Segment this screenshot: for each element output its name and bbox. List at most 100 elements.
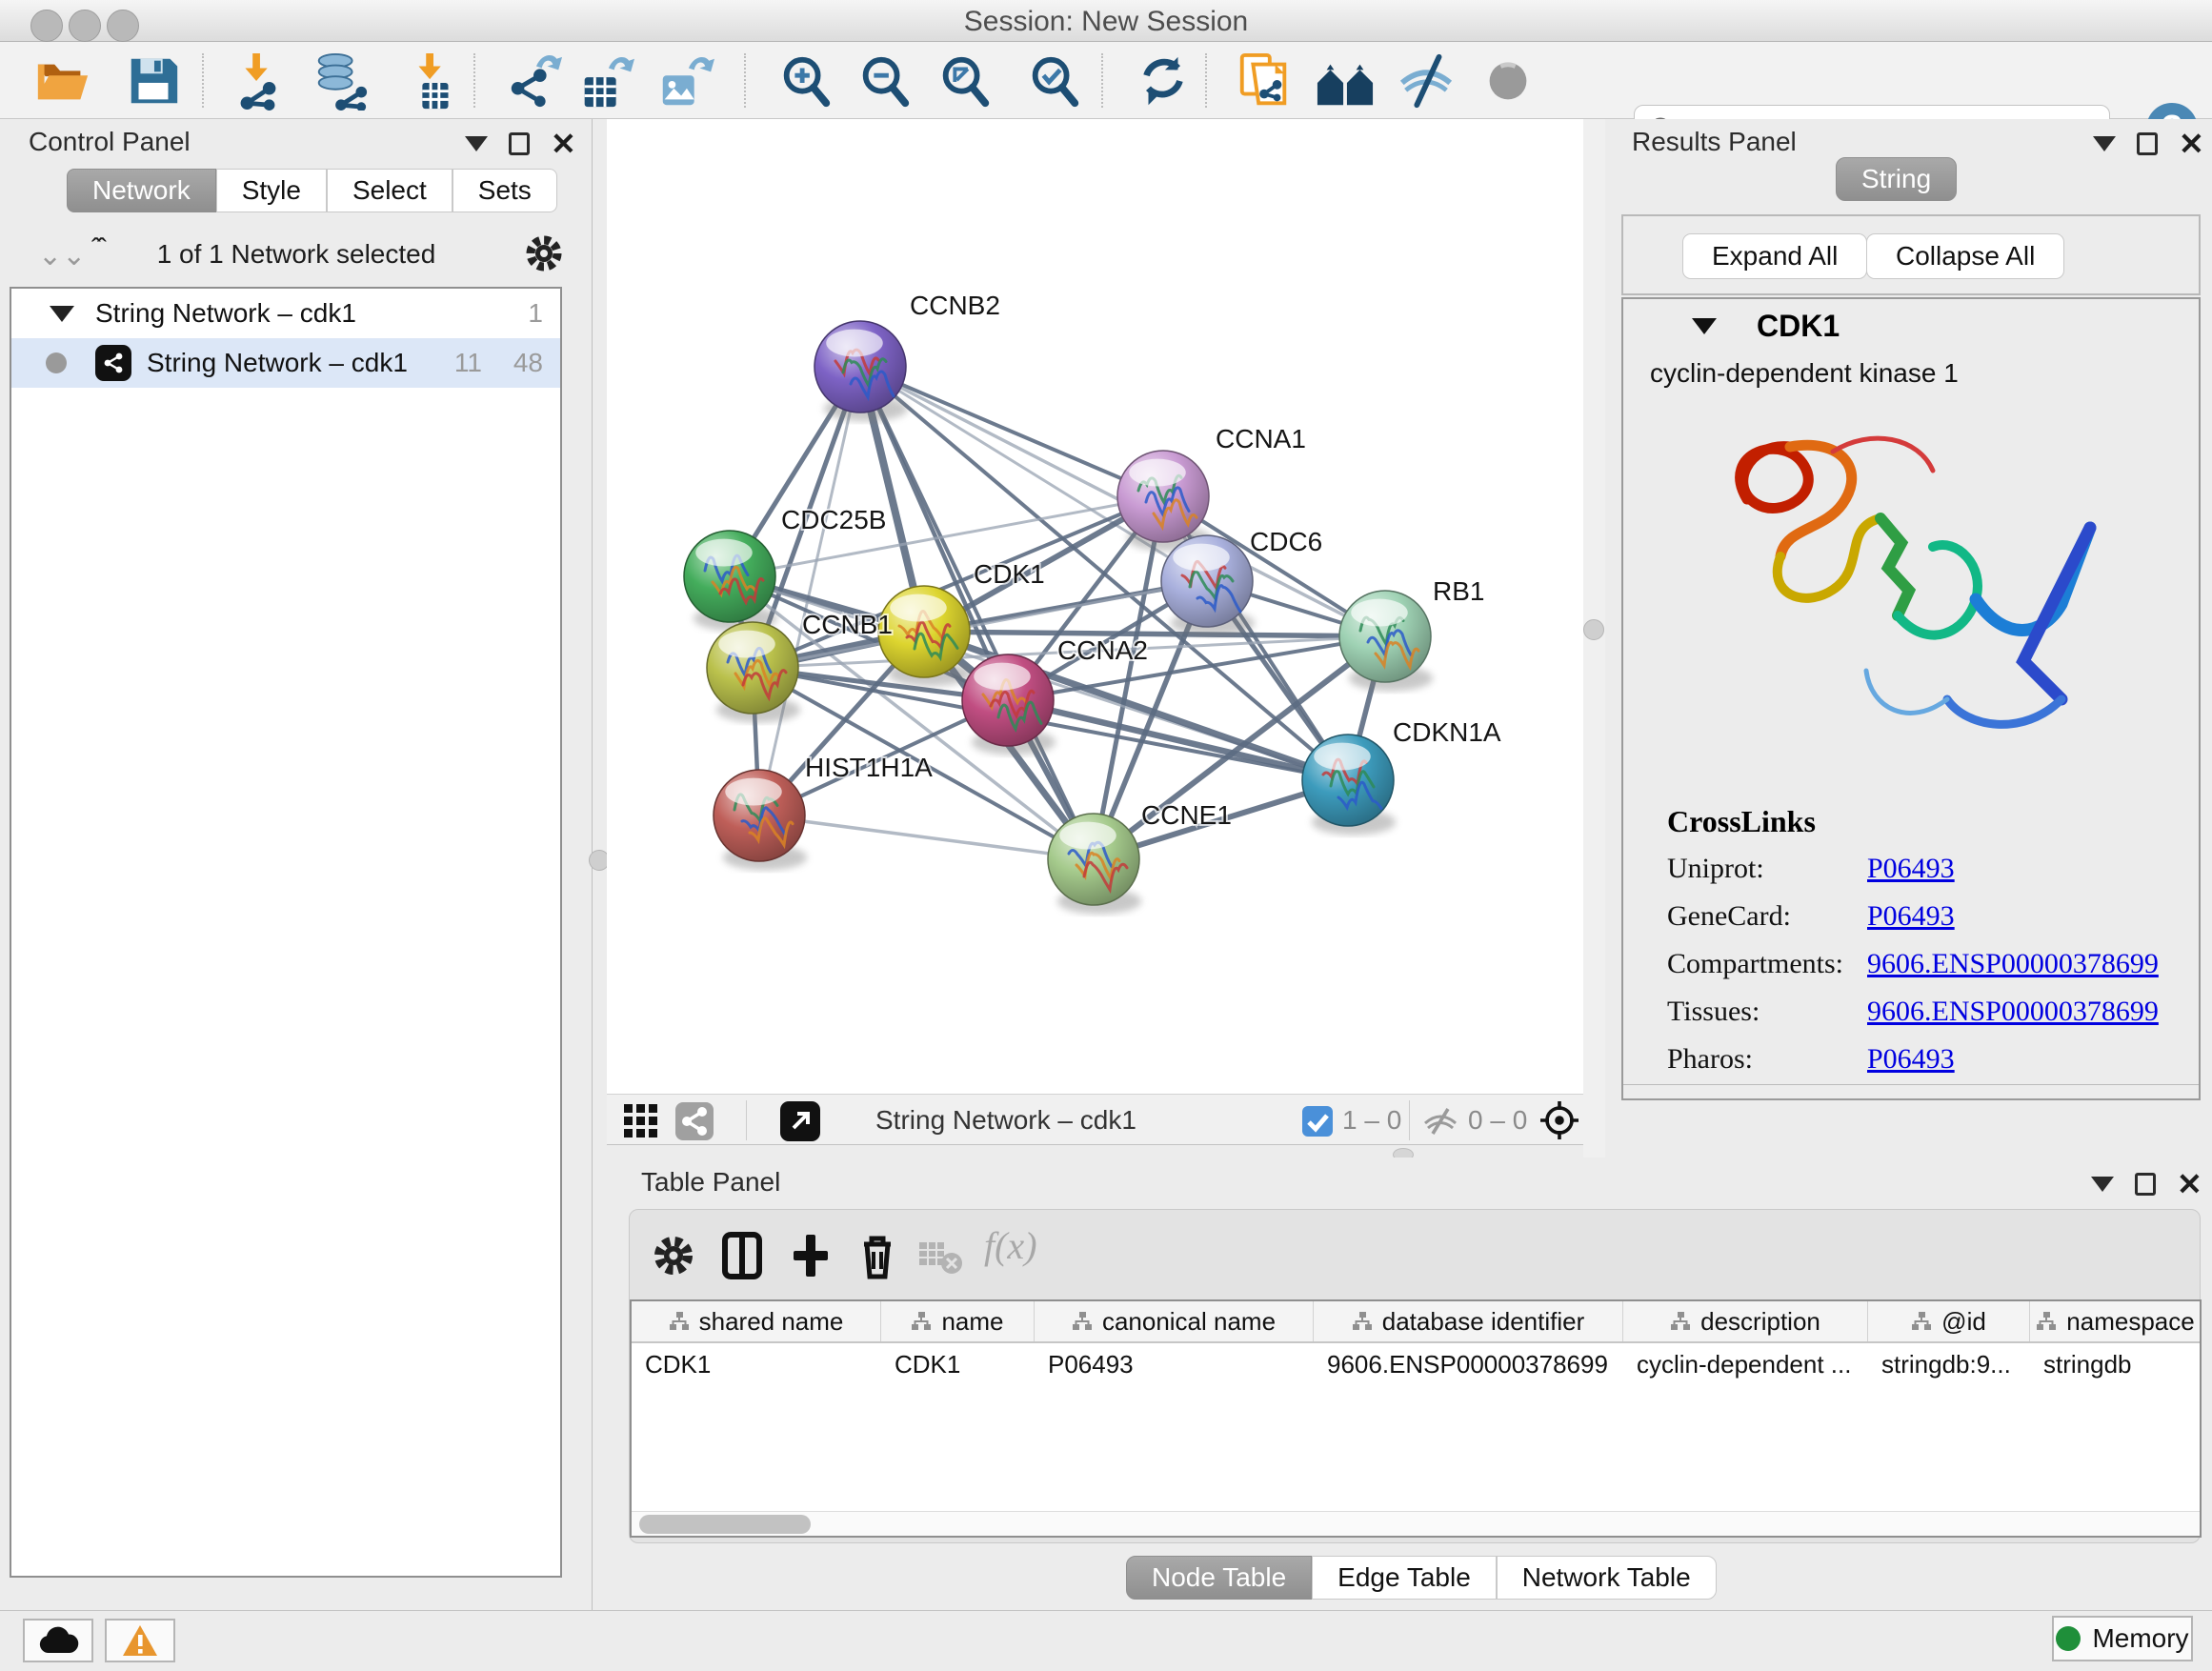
node-label-CCNB1: CCNB1 <box>802 610 893 639</box>
refresh-icon[interactable] <box>1134 51 1193 111</box>
column-header-canonical-name[interactable]: canonical name <box>1035 1301 1314 1341</box>
tab-node-table[interactable]: Node Table <box>1126 1556 1312 1600</box>
tab-edge-table[interactable]: Edge Table <box>1312 1556 1497 1600</box>
gene-caret-icon[interactable] <box>1692 318 1717 334</box>
float-panel-icon[interactable] <box>465 136 488 151</box>
close-panel-icon[interactable]: ✕ <box>551 132 576 155</box>
tab-sets[interactable]: Sets <box>452 169 557 212</box>
network-node-CCNB2[interactable] <box>814 321 908 421</box>
network-node-CDC6[interactable] <box>1161 535 1255 635</box>
main-toolbar: ? <box>0 42 2212 119</box>
crosslink-row: Tissues:9606.ENSP00000378699 <box>1667 996 2159 1028</box>
import-network-database-icon[interactable] <box>307 51 373 111</box>
cloud-status-button[interactable] <box>23 1619 93 1662</box>
select-columns-icon[interactable] <box>717 1231 767 1280</box>
network-node-CCNA2[interactable] <box>962 654 1056 755</box>
tab-network-table[interactable]: Network Table <box>1497 1556 1717 1600</box>
maximize-panel-icon[interactable] <box>509 132 530 155</box>
toolbar-separator <box>746 1100 747 1140</box>
show-all-icon[interactable] <box>1478 51 1538 111</box>
network-node-HIST1H1A[interactable] <box>714 770 807 870</box>
crosslink-link[interactable]: 9606.ENSP00000378699 <box>1867 948 2159 980</box>
network-row[interactable]: String Network – cdk1 11 48 <box>11 338 560 388</box>
crosslink-label: GeneCard: <box>1667 900 1867 933</box>
network-options-gear-icon[interactable] <box>522 232 566 280</box>
close-panel-icon[interactable]: ✕ <box>2177 1173 2202 1196</box>
export-image-icon[interactable] <box>655 51 714 111</box>
network-canvas[interactable]: CCNB2CCNA1CDC25BCDK1CDC6RB1CCNB1CCNA2CDK… <box>607 119 1583 1094</box>
network-node-RB1[interactable] <box>1339 591 1433 691</box>
network-node-CDC25B[interactable] <box>684 531 777 631</box>
divider <box>1623 1084 2199 1085</box>
network-collection-row[interactable]: String Network – cdk1 1 <box>11 289 560 338</box>
column-header-namespace[interactable]: namespace <box>2030 1301 2202 1341</box>
crosslink-link[interactable]: P06493 <box>1867 1043 1955 1076</box>
collection-caret-icon[interactable] <box>50 306 74 322</box>
maximize-panel-icon[interactable] <box>2135 1173 2156 1196</box>
tab-style[interactable]: Style <box>216 169 327 212</box>
open-session-icon[interactable] <box>32 51 91 111</box>
column-header-@id[interactable]: @id <box>1868 1301 2030 1341</box>
export-network-icon[interactable] <box>505 51 564 111</box>
selected-checkbox-icon[interactable] <box>1302 1106 1333 1137</box>
toolbar-separator <box>1205 53 1207 108</box>
tab-select[interactable]: Select <box>327 169 452 212</box>
delete-table-icon <box>915 1231 965 1280</box>
crosslink-link[interactable]: P06493 <box>1867 853 1955 885</box>
tab-network[interactable]: Network <box>67 169 216 212</box>
zoom-fit-icon[interactable] <box>935 51 995 111</box>
zoom-selected-icon[interactable] <box>1025 51 1084 111</box>
table-horizontal-scrollbar[interactable] <box>632 1511 2200 1536</box>
memory-button[interactable]: Memory <box>2052 1616 2193 1661</box>
tab-string[interactable]: String <box>1836 157 1957 201</box>
crosslink-link[interactable]: P06493 <box>1867 900 1955 933</box>
collection-name: String Network – cdk1 <box>95 298 356 329</box>
maximize-panel-icon[interactable] <box>2137 132 2158 155</box>
expand-all-button[interactable]: Expand All <box>1682 233 1867 279</box>
duplicate-network-icon[interactable] <box>1235 51 1294 111</box>
delete-column-icon[interactable] <box>853 1231 902 1280</box>
table-settings-icon[interactable] <box>649 1231 698 1280</box>
export-table-icon[interactable] <box>575 51 634 111</box>
import-table-icon[interactable] <box>404 51 463 111</box>
network-node-CDKN1A[interactable] <box>1302 735 1396 835</box>
network-edge-CDK1-RB1[interactable] <box>924 632 1385 636</box>
save-session-icon[interactable] <box>124 51 183 111</box>
zoom-in-icon[interactable] <box>776 51 835 111</box>
network-edge-CCNB2-CCNA1[interactable] <box>860 367 1163 496</box>
crosslink-link[interactable]: 9606.ENSP00000378699 <box>1867 996 2159 1028</box>
import-network-file-icon[interactable] <box>229 51 288 111</box>
add-column-icon[interactable] <box>786 1231 835 1280</box>
float-panel-icon[interactable] <box>2091 1177 2114 1192</box>
network-node-CCNB1[interactable] <box>707 622 800 722</box>
network-node-CCNE1[interactable] <box>1048 814 1141 914</box>
close-panel-icon[interactable]: ✕ <box>2179 132 2204 155</box>
column-header-name[interactable]: name <box>881 1301 1035 1341</box>
warning-status-button[interactable] <box>105 1619 175 1662</box>
column-header-shared-name[interactable]: shared name <box>632 1301 881 1341</box>
column-header-description[interactable]: description <box>1623 1301 1868 1341</box>
node-label-CCNE1: CCNE1 <box>1141 800 1232 830</box>
open-in-window-icon[interactable] <box>780 1101 820 1141</box>
hidden-eye-icon[interactable] <box>1422 1106 1458 1137</box>
table-cell: CDK1 <box>881 1343 1035 1385</box>
zoom-out-icon[interactable] <box>855 51 915 111</box>
gene-section-header[interactable]: CDK1 <box>1623 299 2199 352</box>
collapse-all-button[interactable]: Collapse All <box>1866 233 2064 279</box>
node-label-CDC6: CDC6 <box>1250 527 1322 556</box>
first-neighbors-icon[interactable] <box>1313 51 1377 111</box>
crosslink-label: Pharos: <box>1667 1043 1867 1076</box>
table-row[interactable]: CDK1CDK1P064939606.ENSP00000378699cyclin… <box>632 1343 2200 1385</box>
grid-view-icon[interactable] <box>622 1102 660 1140</box>
column-header-database-identifier[interactable]: database identifier <box>1314 1301 1623 1341</box>
crosslink-row: Uniprot:P06493 <box>1667 853 2159 885</box>
right-splitter-handle[interactable] <box>1583 619 1604 640</box>
table-panel-tabs: Node TableEdge TableNetwork Table <box>1126 1556 1717 1600</box>
network-view-share-icon[interactable] <box>675 1102 714 1140</box>
birds-eye-view-icon[interactable] <box>1538 1099 1580 1141</box>
float-panel-icon[interactable] <box>2093 136 2116 151</box>
crosslink-row: GeneCard:P06493 <box>1667 900 2159 933</box>
hide-selected-icon[interactable] <box>1397 51 1456 111</box>
scrollbar-thumb[interactable] <box>639 1515 811 1534</box>
protein-structure-image <box>1690 413 2138 785</box>
